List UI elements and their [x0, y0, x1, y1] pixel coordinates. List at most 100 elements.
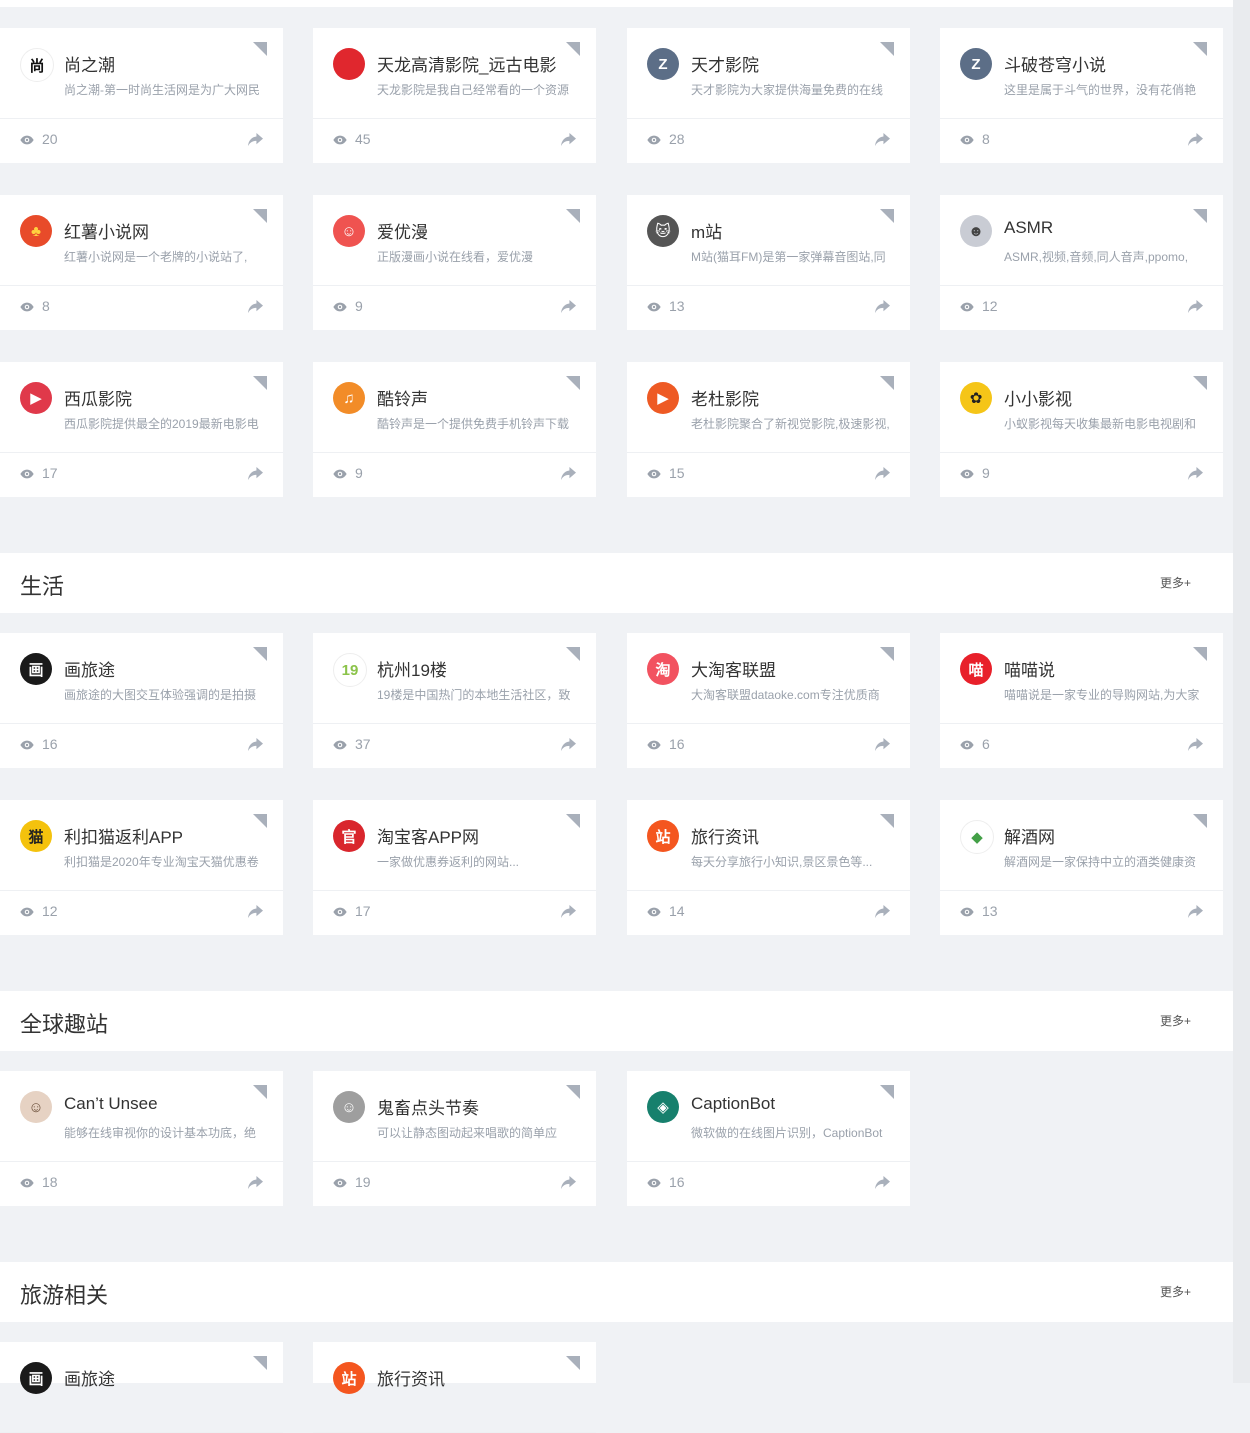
site-card[interactable]: ☺ 爱优漫 正版漫画小说在线看，爱优漫 9 — [313, 195, 596, 330]
corner-arrow-icon[interactable] — [880, 814, 894, 828]
site-card[interactable]: Z 天才影院 天才影院为大家提供海量免费的在线 28 — [627, 28, 910, 163]
corner-arrow-icon[interactable] — [566, 376, 580, 390]
site-card[interactable]: 尚尚之潮 尚之潮-第一时尚生活网是为广大网民 20 — [0, 28, 283, 163]
site-card[interactable]: ☺ 鬼畜点头节奏 可以让静态图动起来唱歌的简单应 19 — [313, 1071, 596, 1206]
more-link[interactable]: 更多+ — [1160, 1012, 1191, 1029]
site-card[interactable]: ▶ 西瓜影院 西瓜影院提供最全的2019最新电影电 17 — [0, 362, 283, 497]
site-name[interactable]: 尚之潮 — [64, 51, 115, 76]
site-card[interactable]: ▶ 老杜影院 老杜影院聚合了新视觉影院,极速影视, 15 — [627, 362, 910, 497]
site-card[interactable]: 天龙高清影院_远古电影 天龙影院是我自己经常看的一个资源 45 — [313, 28, 596, 163]
site-card[interactable]: 站旅行资讯 每天分享旅行小知识,景区景色等... 14 — [627, 800, 910, 935]
share-icon[interactable] — [247, 737, 264, 752]
site-name[interactable]: 老杜影院 — [691, 385, 759, 410]
corner-arrow-icon[interactable] — [253, 209, 267, 223]
share-icon[interactable] — [874, 1175, 891, 1190]
share-icon[interactable] — [874, 904, 891, 919]
corner-arrow-icon[interactable] — [1193, 647, 1207, 661]
share-icon[interactable] — [247, 904, 264, 919]
share-icon[interactable] — [560, 904, 577, 919]
corner-arrow-icon[interactable] — [253, 1085, 267, 1099]
site-name[interactable]: 画旅途 — [64, 1365, 115, 1390]
site-card[interactable]: ✿ 小小影视 小蚁影视每天收集最新电影电视剧和 9 — [940, 362, 1223, 497]
site-card[interactable]: 19 杭州19楼 19楼是中国热门的本地生活社区，致 37 — [313, 633, 596, 768]
site-name[interactable]: 西瓜影院 — [64, 385, 132, 410]
site-card[interactable]: 喵喵喵说 喵喵说是一家专业的导购网站,为大家 6 — [940, 633, 1223, 768]
site-name[interactable]: 鬼畜点头节奏 — [377, 1094, 479, 1119]
site-name[interactable]: 小小影视 — [1004, 385, 1072, 410]
corner-arrow-icon[interactable] — [566, 1356, 580, 1370]
site-name[interactable]: 酷铃声 — [377, 385, 428, 410]
site-card[interactable]: 淘大淘客联盟 大淘客联盟dataoke.com专注优质商 16 — [627, 633, 910, 768]
site-name[interactable]: 喵喵说 — [1004, 656, 1055, 681]
share-icon[interactable] — [560, 132, 577, 147]
corner-arrow-icon[interactable] — [1193, 814, 1207, 828]
share-icon[interactable] — [560, 737, 577, 752]
site-card[interactable]: Z 斗破苍穹小说 这里是属于斗气的世界，没有花俏艳 8 — [940, 28, 1223, 163]
site-name[interactable]: 杭州19楼 — [377, 656, 447, 681]
corner-arrow-icon[interactable] — [253, 42, 267, 56]
more-link[interactable]: 更多+ — [1160, 1283, 1191, 1300]
site-card[interactable]: ◈ CaptionBot 微软做的在线图片识别，CaptionBot 16 — [627, 1071, 910, 1206]
site-name[interactable]: 旅行资讯 — [691, 823, 759, 848]
site-name[interactable]: 利扣猫返利APP — [64, 823, 183, 848]
corner-arrow-icon[interactable] — [253, 376, 267, 390]
site-name[interactable]: ASMR — [1004, 218, 1053, 238]
site-name[interactable]: Can’t Unsee — [64, 1094, 158, 1114]
share-icon[interactable] — [560, 466, 577, 481]
share-icon[interactable] — [247, 132, 264, 147]
site-card[interactable]: ☺ Can’t Unsee 能够在线审视你的设计基本功底，绝 18 — [0, 1071, 283, 1206]
site-name[interactable]: 解酒网 — [1004, 823, 1055, 848]
share-icon[interactable] — [1187, 737, 1204, 752]
site-name[interactable]: 斗破苍穹小说 — [1004, 51, 1106, 76]
site-name[interactable]: 大淘客联盟 — [691, 656, 776, 681]
site-card[interactable]: 官淘宝客APP网 一家做优惠券返利的网站... 17 — [313, 800, 596, 935]
site-name[interactable]: 画旅途 — [64, 656, 115, 681]
site-name[interactable]: 爱优漫 — [377, 218, 428, 243]
site-card[interactable]: ◆ 解酒网 解酒网是一家保持中立的酒类健康资 13 — [940, 800, 1223, 935]
corner-arrow-icon[interactable] — [1193, 42, 1207, 56]
scrollbar-track[interactable] — [1233, 0, 1250, 1383]
site-name[interactable]: 天龙高清影院_远古电影 — [377, 51, 556, 76]
corner-arrow-icon[interactable] — [253, 1356, 267, 1370]
share-icon[interactable] — [1187, 132, 1204, 147]
corner-arrow-icon[interactable] — [880, 1085, 894, 1099]
site-name[interactable]: 旅行资讯 — [377, 1365, 445, 1390]
corner-arrow-icon[interactable] — [253, 647, 267, 661]
corner-arrow-icon[interactable] — [880, 42, 894, 56]
site-name[interactable]: CaptionBot — [691, 1094, 775, 1114]
site-card[interactable]: 站旅行资讯 — [313, 1342, 596, 1433]
site-card[interactable]: ♫ 酷铃声 酷铃声是一个提供免费手机铃声下载 9 — [313, 362, 596, 497]
share-icon[interactable] — [1187, 466, 1204, 481]
share-icon[interactable] — [874, 466, 891, 481]
share-icon[interactable] — [874, 737, 891, 752]
site-name[interactable]: 淘宝客APP网 — [377, 823, 479, 848]
corner-arrow-icon[interactable] — [880, 647, 894, 661]
site-name[interactable]: m站 — [691, 218, 722, 243]
share-icon[interactable] — [247, 1175, 264, 1190]
corner-arrow-icon[interactable] — [880, 209, 894, 223]
site-card[interactable]: 画画旅途 画旅途的大图交互体验强调的是拍摄 16 — [0, 633, 283, 768]
share-icon[interactable] — [247, 466, 264, 481]
share-icon[interactable] — [874, 299, 891, 314]
share-icon[interactable] — [247, 299, 264, 314]
share-icon[interactable] — [874, 132, 891, 147]
more-link[interactable]: 更多+ — [1160, 574, 1191, 591]
share-icon[interactable] — [1187, 299, 1204, 314]
corner-arrow-icon[interactable] — [566, 1085, 580, 1099]
corner-arrow-icon[interactable] — [880, 376, 894, 390]
corner-arrow-icon[interactable] — [1193, 376, 1207, 390]
corner-arrow-icon[interactable] — [1193, 209, 1207, 223]
site-card[interactable]: 猫利扣猫返利APP 利扣猫是2020年专业淘宝天猫优惠卷 12 — [0, 800, 283, 935]
corner-arrow-icon[interactable] — [566, 647, 580, 661]
site-card[interactable]: ♣ 红薯小说网 红薯小说网是一个老牌的小说站了, 8 — [0, 195, 283, 330]
share-icon[interactable] — [560, 1175, 577, 1190]
site-card[interactable]: ☻ ASMR ASMR,视频,音频,同人音声,ppomo, 12 — [940, 195, 1223, 330]
corner-arrow-icon[interactable] — [566, 814, 580, 828]
corner-arrow-icon[interactable] — [566, 209, 580, 223]
site-card[interactable]: 画画旅途 — [0, 1342, 283, 1433]
share-icon[interactable] — [560, 299, 577, 314]
site-card[interactable]: 🐱 m站 M站(猫耳FM)是第一家弹幕音图站,同 13 — [627, 195, 910, 330]
corner-arrow-icon[interactable] — [253, 814, 267, 828]
site-name[interactable]: 红薯小说网 — [64, 218, 149, 243]
site-name[interactable]: 天才影院 — [691, 51, 759, 76]
